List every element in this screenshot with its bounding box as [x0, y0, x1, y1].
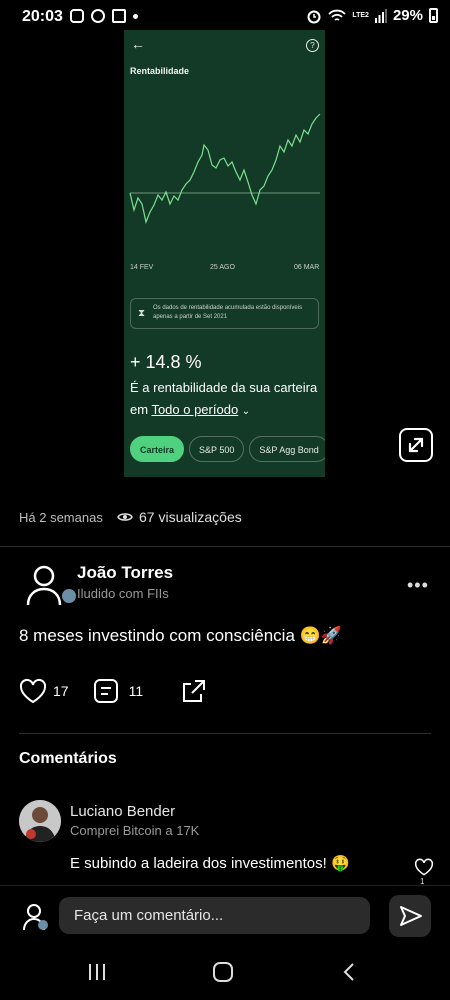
send-icon	[400, 906, 422, 926]
likes-count: 17	[53, 683, 69, 699]
alarm-icon	[307, 10, 321, 23]
chip-carteira: Carteira	[130, 436, 185, 462]
person-photo	[19, 800, 61, 842]
author-name[interactable]: João Torres	[77, 563, 173, 583]
x-tick: 06 MAR	[294, 264, 320, 271]
wifi-icon	[328, 9, 347, 21]
commenter-avatar[interactable]	[19, 800, 61, 842]
period-link: Todo o período	[151, 402, 239, 417]
commenter-name[interactable]: Luciano Bender	[70, 803, 175, 820]
battery-percent: 29%	[392, 7, 423, 24]
expand-icon	[408, 437, 424, 453]
home-icon[interactable]	[212, 962, 234, 982]
return-description: É a rentabilidade da sua carteira em Tod…	[130, 377, 320, 423]
chip-sp500: S&P 500	[189, 436, 245, 462]
system-nav-bar	[0, 945, 450, 1000]
info-box: ⧗ Os dados de rentabilidade acumulada es…	[130, 298, 319, 329]
status-time: 20:03	[22, 8, 63, 25]
return-line	[129, 113, 321, 225]
comment-text: E subindo a ladeira dos investimentos! 🤑	[70, 855, 350, 872]
status-bar: 20:03 LTE2 29%	[0, 0, 450, 32]
info-text: Os dados de rentabilidade acumulada estã…	[153, 305, 303, 320]
expand-image-button[interactable]	[399, 428, 433, 462]
signal-icon	[374, 8, 387, 23]
badge-icon	[62, 589, 76, 603]
chevron-down-icon: ⌄	[241, 406, 251, 417]
comment-composer: Faça um comentário...	[0, 885, 450, 946]
chip-row: Carteira S&P 500 S&P Agg Bond	[130, 436, 325, 462]
chip-sp-agg-bond: S&P Agg Bond	[249, 436, 325, 462]
back-arrow-icon: ←	[131, 36, 145, 52]
divider	[19, 733, 431, 734]
comment-like-button[interactable]	[414, 858, 434, 876]
return-chart	[129, 113, 321, 225]
send-button[interactable]	[389, 895, 431, 937]
comments-count: 11	[128, 683, 144, 699]
like-button[interactable]	[19, 678, 47, 704]
comment-button[interactable]	[93, 678, 119, 704]
user-avatar	[23, 904, 48, 931]
back-icon[interactable]	[340, 962, 360, 982]
author-avatar[interactable]	[24, 563, 64, 607]
comment-input[interactable]: Faça um comentário...	[59, 897, 370, 934]
gallery-icon	[112, 9, 126, 23]
status-right: LTE2 29%	[306, 7, 438, 24]
post-text: 8 meses investindo com consciência 😁🚀	[19, 626, 342, 645]
eye-icon	[117, 513, 133, 521]
instagram-icon	[70, 9, 84, 23]
help-icon: ?	[306, 39, 319, 52]
views-count: 67 visualizações	[117, 509, 242, 525]
x-tick: 25 AGO	[210, 264, 235, 271]
network-label: LTE2	[352, 11, 369, 19]
views-label: 67 visualizações	[139, 509, 242, 525]
return-value: + 14.8 %	[130, 352, 202, 372]
share-button[interactable]	[181, 678, 207, 704]
post-image[interactable]: ← ? Rentabilidade 14 FEV 25 AGO 06 MAR ⧗…	[124, 30, 325, 477]
hourglass-icon: ⧗	[138, 308, 146, 319]
chart-title: Rentabilidade	[130, 66, 190, 76]
battery-icon	[429, 8, 438, 23]
more-notifications-icon	[133, 13, 138, 19]
notification-icons	[70, 9, 138, 23]
divider	[0, 546, 450, 547]
x-tick: 14 FEV	[130, 264, 154, 271]
recent-apps-icon[interactable]	[86, 962, 108, 982]
post-actions: 17 11	[19, 678, 207, 704]
post-time: Há 2 semanas	[19, 510, 103, 525]
commenter-badge: Comprei Bitcoin a 17K	[70, 823, 200, 838]
pinterest-icon	[91, 9, 105, 23]
comments-title: Comentários	[19, 750, 117, 767]
author-badge: Iludido com FIIs	[77, 586, 169, 601]
more-options-icon[interactable]: •••	[407, 575, 429, 596]
